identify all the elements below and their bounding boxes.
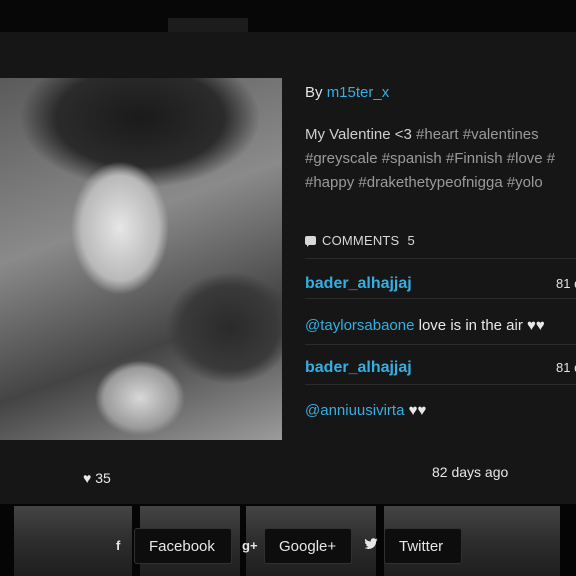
comment-user-2[interactable]: bader_alhajjaj <box>305 359 412 377</box>
divider <box>305 298 576 299</box>
comment-mention-1[interactable]: @taylorsabaone <box>305 317 414 334</box>
divider <box>305 384 576 385</box>
twitter-bird-icon <box>364 538 378 549</box>
caption-hashtags[interactable]: #happy #drakethetypeofnigga #yolo <box>305 174 543 191</box>
comments-label: COMMENTS <box>322 233 400 248</box>
googleplus-icon: g+ <box>242 538 258 553</box>
googleplus-icon-glyph: g+ <box>242 538 258 553</box>
comment-body-2: ♥♥ <box>404 402 427 419</box>
post-age: 82 days ago <box>432 464 509 480</box>
facebook-share-button[interactable]: Facebook <box>134 528 232 564</box>
comments-header: COMMENTS 5 <box>305 233 415 248</box>
comment-text-2: @anniuusivirta ♥♥ <box>305 402 426 419</box>
caption-hashtags[interactable]: #greyscale #spanish #Finnish #love # <box>305 150 555 167</box>
caption-text: My Valentine <3 <box>305 126 417 143</box>
top-bar-ghost <box>168 18 248 32</box>
top-bar <box>0 0 576 32</box>
heart-icon: ♥ <box>83 470 92 486</box>
divider <box>305 344 576 345</box>
post-photo[interactable] <box>0 78 282 440</box>
caption-hashtags[interactable]: #heart #valentines <box>416 126 539 143</box>
comments-count: 5 <box>407 233 415 248</box>
likes-count[interactable]: ♥ 35 <box>83 470 111 486</box>
likes-value: 35 <box>95 470 111 486</box>
divider <box>305 258 576 259</box>
by-label: By <box>305 84 323 101</box>
facebook-icon-glyph: f <box>116 538 121 553</box>
caption-line-3: #happy #drakethetypeofnigga #yolo <box>305 171 576 195</box>
thumbnail[interactable] <box>14 506 132 576</box>
comment-mention-2[interactable]: @anniuusivirta <box>305 402 404 419</box>
comment-bubble-icon <box>305 236 316 247</box>
post-author-line: By m15ter_x <box>305 84 389 101</box>
comment-time-2: 81 d <box>556 360 576 375</box>
comment-body-1: love is in the air ♥♥ <box>414 317 545 334</box>
caption-line-2: #greyscale #spanish #Finnish #love # <box>305 147 576 171</box>
comment-text-1: @taylorsabaone love is in the air ♥♥ <box>305 317 545 334</box>
twitter-share-button[interactable]: Twitter <box>384 528 462 564</box>
author-link[interactable]: m15ter_x <box>327 84 390 101</box>
twitter-icon <box>364 538 378 553</box>
facebook-icon: f <box>116 538 120 553</box>
comment-user-1[interactable]: bader_alhajjaj <box>305 275 412 293</box>
googleplus-share-button[interactable]: Google+ <box>264 528 352 564</box>
comment-time-1: 81 d <box>556 276 576 291</box>
caption-line-1: My Valentine <3 #heart #valentines <box>305 123 576 147</box>
